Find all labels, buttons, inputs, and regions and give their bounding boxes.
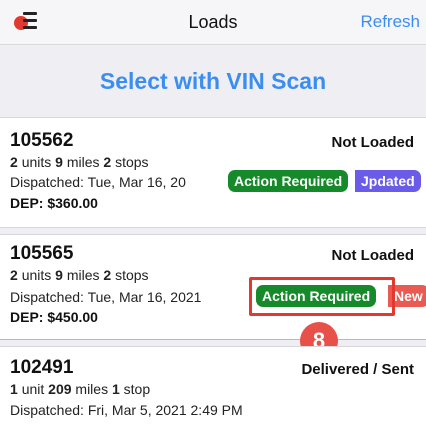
load-status: Not Loaded bbox=[331, 134, 415, 151]
load-card[interactable]: 102491 Delivered / Sent 1 unit 209 miles… bbox=[0, 346, 426, 427]
refresh-button[interactable]: Refresh bbox=[360, 12, 420, 32]
load-card[interactable]: 105562 Not Loaded 2 units 9 miles 2 stop… bbox=[0, 117, 426, 228]
load-number: 102491 bbox=[10, 357, 74, 378]
load-number: 105562 bbox=[10, 130, 74, 151]
top-navigation-bar: Loads Refresh bbox=[0, 0, 426, 45]
vin-scan-button[interactable]: Select with VIN Scan bbox=[0, 68, 426, 95]
load-status: Delivered / Sent bbox=[301, 361, 414, 378]
action-required-badge[interactable]: Action Required bbox=[228, 170, 349, 192]
dep-amount: DEP: $360.00 bbox=[10, 195, 98, 211]
load-summary: 2 units 9 miles 2 stops bbox=[10, 267, 149, 283]
dispatched-date: Dispatched: Tue, Mar 16, 2021 bbox=[10, 289, 202, 305]
load-summary: 2 units 9 miles 2 stops bbox=[10, 154, 149, 170]
dispatched-date: Dispatched: Tue, Mar 16, 20 bbox=[10, 174, 186, 190]
load-summary: 1 unit 209 miles 1 stop bbox=[10, 381, 151, 397]
dep-amount: DEP: $450.00 bbox=[10, 309, 98, 325]
highlight-box bbox=[249, 277, 395, 316]
load-number: 105565 bbox=[10, 243, 74, 264]
dispatched-date: Dispatched: Fri, Mar 5, 2021 2:49 PM bbox=[10, 402, 243, 418]
updated-badge: Jpdated bbox=[355, 170, 421, 192]
load-status: Not Loaded bbox=[331, 247, 415, 264]
